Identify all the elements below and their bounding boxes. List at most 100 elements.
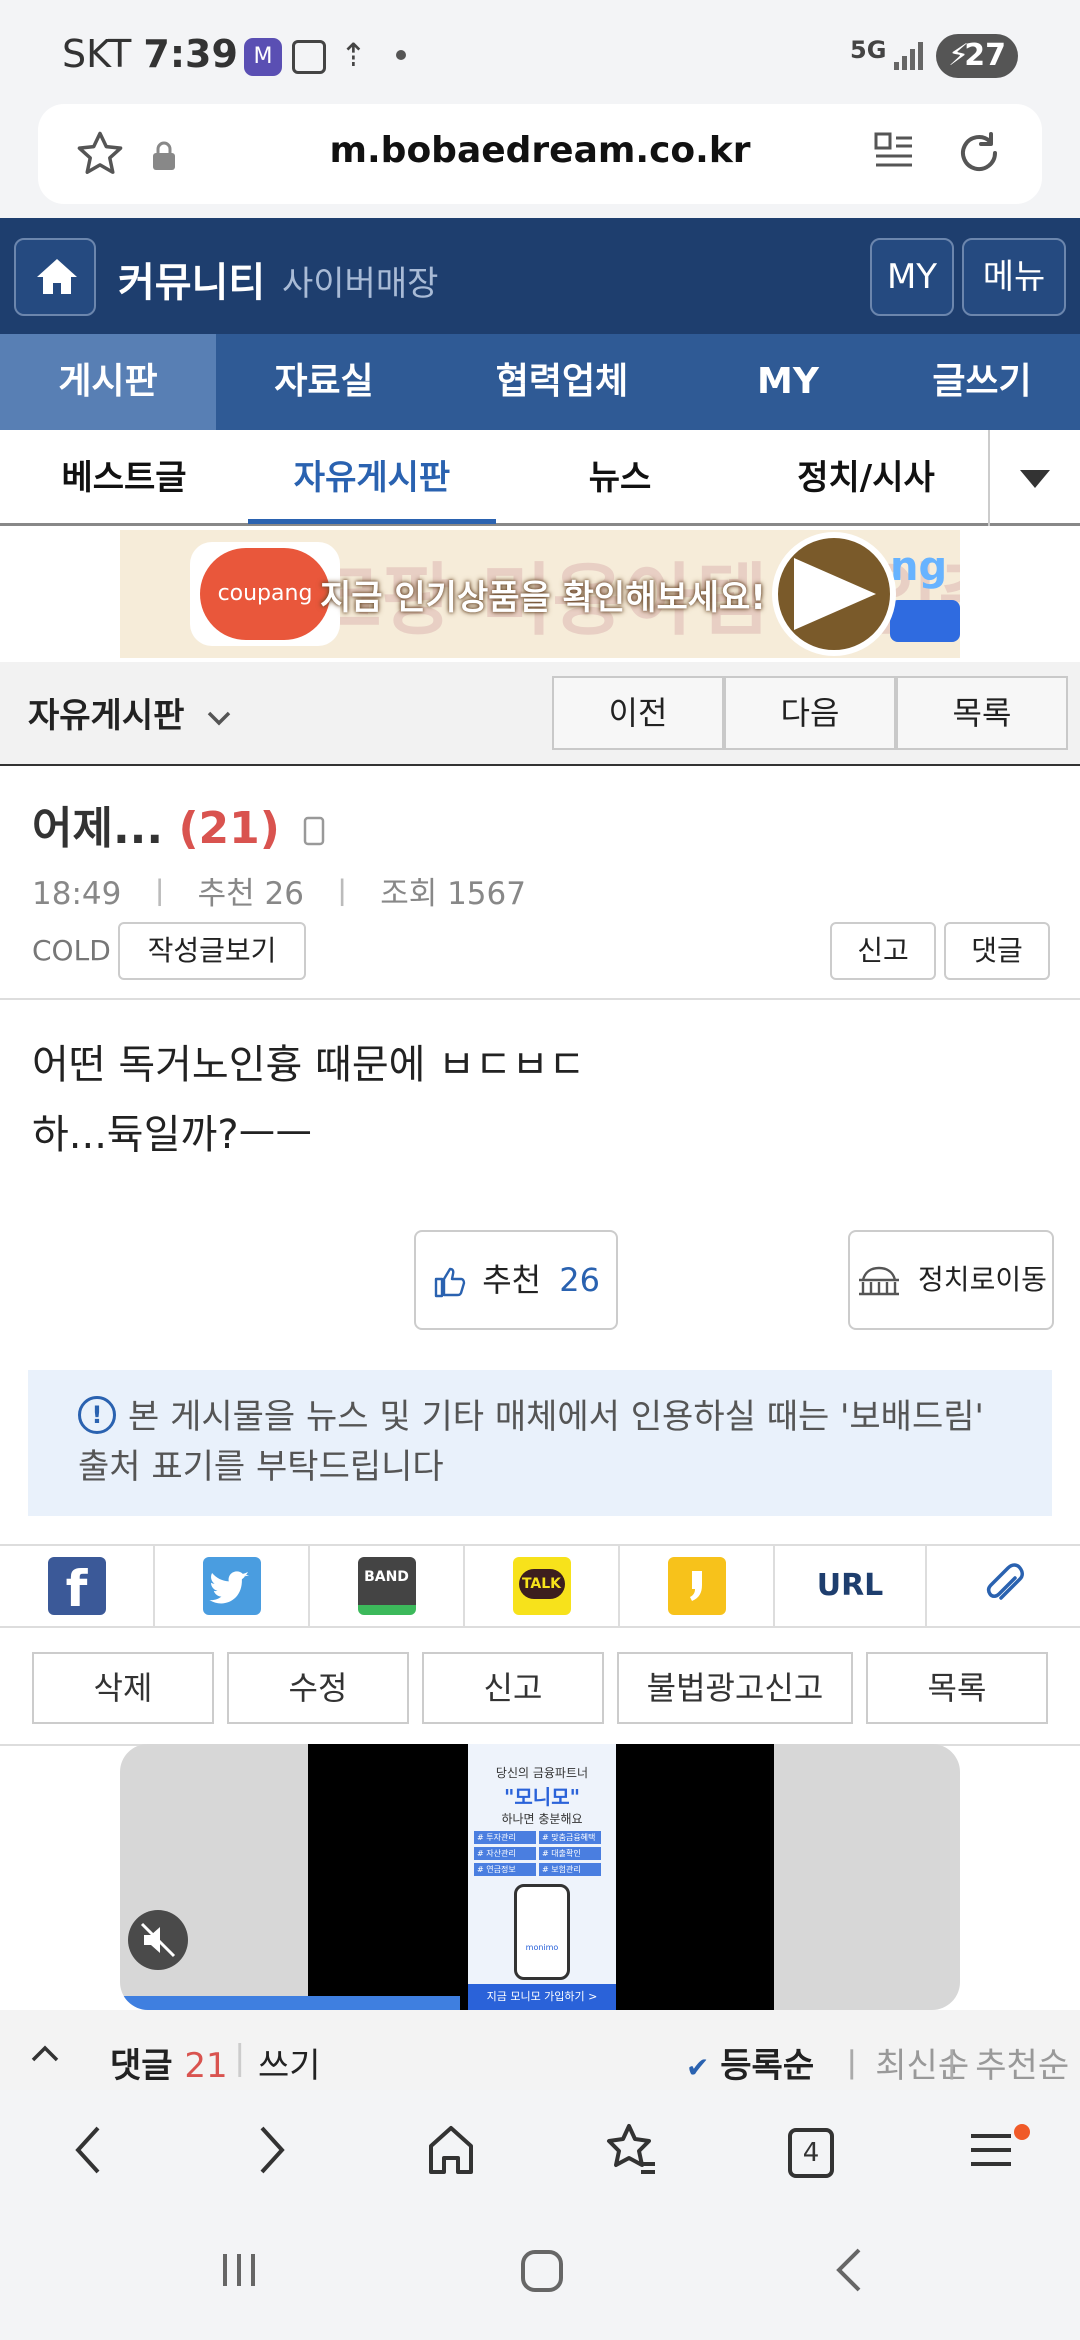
edit-button[interactable]: 수정 bbox=[227, 1652, 409, 1724]
main-nav-my[interactable]: MY bbox=[692, 334, 884, 430]
list-button[interactable]: 목록 bbox=[896, 676, 1068, 750]
sub-nav-free-board[interactable]: 자유게시판 bbox=[248, 430, 496, 524]
signal-icon bbox=[892, 38, 926, 76]
comment-button[interactable]: 댓글 bbox=[944, 922, 1050, 980]
my-button[interactable]: MY bbox=[870, 238, 954, 316]
url-text[interactable]: m.bobaedream.co.kr bbox=[0, 130, 1080, 171]
video-ad[interactable]: 당신의 금융파트너 "모니모" 하나면 충분해요 # 투자관리 # 맞춤금융혜택… bbox=[120, 1744, 960, 2010]
post-recommend: 추천 26 bbox=[197, 876, 304, 912]
report-button[interactable]: 신고 bbox=[830, 922, 936, 980]
list-bottom-button[interactable]: 목록 bbox=[866, 1652, 1048, 1724]
share-kakaostory-button[interactable] bbox=[620, 1544, 775, 1628]
tabs-icon[interactable]: 4 bbox=[766, 2120, 856, 2190]
collapse-up-icon[interactable] bbox=[30, 2044, 60, 2068]
comments-label: 댓글 bbox=[110, 2046, 173, 2086]
sub-nav-best[interactable]: 베스트글 bbox=[0, 430, 248, 526]
thumbs-up-icon bbox=[434, 1267, 466, 1298]
video-progress-bar[interactable] bbox=[120, 1996, 460, 2010]
notification-app-icon: M bbox=[244, 38, 282, 76]
share-twitter-button[interactable] bbox=[155, 1544, 310, 1628]
ad-cta: 지금 모니모 가입하기 > bbox=[468, 1984, 616, 2010]
reload-icon[interactable] bbox=[954, 128, 1004, 182]
check-icon: ✔ bbox=[686, 2051, 710, 2084]
recommend-count: 26 bbox=[559, 1261, 600, 1299]
board-selector[interactable]: 자유게시판 bbox=[28, 688, 232, 737]
menu-icon[interactable] bbox=[946, 2120, 1036, 2190]
forward-icon[interactable] bbox=[226, 2120, 316, 2190]
more-notifications-icon bbox=[396, 50, 406, 60]
update-icon: ⇡ bbox=[340, 36, 367, 74]
sub-nav-politics[interactable]: 정치/시사 bbox=[744, 430, 988, 526]
home-button[interactable] bbox=[14, 238, 96, 316]
post-comment-count: (21) bbox=[178, 803, 280, 854]
ad-play-icon[interactable] bbox=[772, 532, 896, 656]
home-nav-icon[interactable] bbox=[406, 2120, 496, 2190]
divider bbox=[0, 998, 1080, 1000]
sort-registered-label: 등록순 bbox=[720, 2046, 815, 2086]
ad-brand: monimo bbox=[525, 1943, 559, 1952]
sort-registered[interactable]: ✔ 등록순 bbox=[686, 2038, 814, 2087]
ad-banner-right-text: ng bbox=[890, 544, 948, 590]
tab-count: 4 bbox=[788, 2128, 834, 2178]
back-icon[interactable] bbox=[44, 2120, 134, 2190]
post-body-line: 어떤 독거노인흉 때문에 ㅂㄷㅂㄷ bbox=[32, 1042, 586, 1088]
main-nav-partners[interactable]: 협력업체 bbox=[432, 334, 692, 430]
recommend-button[interactable]: 추천 26 bbox=[414, 1230, 618, 1330]
delete-button[interactable]: 삭제 bbox=[32, 1652, 214, 1724]
paperclip-icon bbox=[986, 1563, 1024, 1600]
mobile-post-icon bbox=[303, 816, 325, 846]
bookmarks-icon[interactable] bbox=[586, 2120, 676, 2190]
site-title[interactable]: 커뮤니티 bbox=[118, 250, 265, 308]
sub-nav-more-button[interactable] bbox=[988, 430, 1080, 526]
prev-post-button[interactable]: 이전 bbox=[552, 676, 724, 750]
main-nav-archive[interactable]: 자료실 bbox=[216, 334, 432, 430]
battery-level: 27 bbox=[964, 38, 1006, 73]
ad-banner[interactable]: 크팡 미용아템 세일중 coupang 지금 인기상품을 확인해보세요! ng bbox=[120, 530, 960, 658]
post-author[interactable]: COLD bbox=[32, 934, 111, 967]
ad-tag: # 투자관리 bbox=[474, 1831, 536, 1844]
write-comment-button[interactable]: 쓰기 bbox=[258, 2038, 321, 2087]
charging-icon: ⚡ bbox=[948, 38, 970, 73]
share-attach-button[interactable] bbox=[927, 1544, 1080, 1628]
comments-header[interactable]: 댓글 21 bbox=[110, 2038, 228, 2087]
post-meta: 18:49 ㅣ 추천 26 ㅣ 조회 1567 bbox=[32, 876, 526, 912]
sub-nav-news[interactable]: 뉴스 bbox=[496, 430, 744, 526]
url-label: URL bbox=[816, 1568, 884, 1603]
menu-button[interactable]: 메뉴 bbox=[962, 238, 1066, 316]
system-home-icon[interactable] bbox=[496, 2240, 586, 2310]
sort-recommend-label: 추천순 bbox=[975, 2046, 1070, 2086]
mute-button[interactable] bbox=[128, 1910, 188, 1970]
share-url-button[interactable]: URL bbox=[775, 1544, 927, 1628]
board-title: 자유게시판 bbox=[28, 696, 185, 736]
share-band-button[interactable]: BAND bbox=[310, 1544, 465, 1628]
chevron-down-icon bbox=[208, 711, 231, 725]
reader-mode-icon[interactable] bbox=[872, 130, 916, 178]
capitol-icon bbox=[859, 1266, 900, 1296]
battery-indicator: ⚡ 27 bbox=[936, 34, 1018, 78]
network-type: 5G bbox=[850, 36, 887, 64]
coupang-logo: coupang bbox=[200, 548, 330, 640]
post-body-line: 하...듁일까?ㅡㅡ bbox=[32, 1112, 313, 1158]
ad-line2: "모니모" bbox=[503, 1785, 581, 1809]
muted-speaker-icon bbox=[140, 1922, 176, 1958]
monimo-ad-creative: 당신의 금융파트너 "모니모" 하나면 충분해요 # 투자관리 # 맞춤금융혜택… bbox=[468, 1744, 616, 2010]
share-kakaotalk-button[interactable]: TALK bbox=[465, 1544, 620, 1628]
system-back-icon[interactable] bbox=[806, 2240, 896, 2310]
main-nav-write[interactable]: 글쓰기 bbox=[884, 334, 1080, 430]
ad-tag: # 연금정보 bbox=[474, 1863, 536, 1876]
move-to-politics-button[interactable]: 정치로이동 bbox=[848, 1230, 1054, 1330]
sort-recommend[interactable]: ㅣ 추천순 bbox=[936, 2038, 1069, 2087]
band-icon: BAND bbox=[357, 1557, 416, 1615]
report-post-button[interactable]: 신고 bbox=[422, 1652, 604, 1724]
recent-apps-icon[interactable] bbox=[194, 2240, 284, 2310]
talk-label: TALK bbox=[518, 1569, 565, 1599]
ad-line3: 하나면 충분해요 bbox=[501, 1812, 583, 1826]
site-subtitle[interactable]: 사이버매장 bbox=[282, 256, 438, 305]
share-facebook-button[interactable]: f bbox=[0, 1544, 155, 1628]
post-body: 어떤 독거노인흉 때문에 ㅂㄷㅂㄷ 하...듁일까?ㅡㅡ bbox=[32, 1030, 585, 1170]
ad-tag: # 맞춤금융혜택 bbox=[539, 1831, 601, 1844]
main-nav-board[interactable]: 게시판 bbox=[0, 334, 216, 430]
next-post-button[interactable]: 다음 bbox=[724, 676, 896, 750]
view-author-posts-button[interactable]: 작성글보기 bbox=[118, 922, 306, 980]
report-spam-button[interactable]: 불법광고신고 bbox=[617, 1652, 853, 1724]
